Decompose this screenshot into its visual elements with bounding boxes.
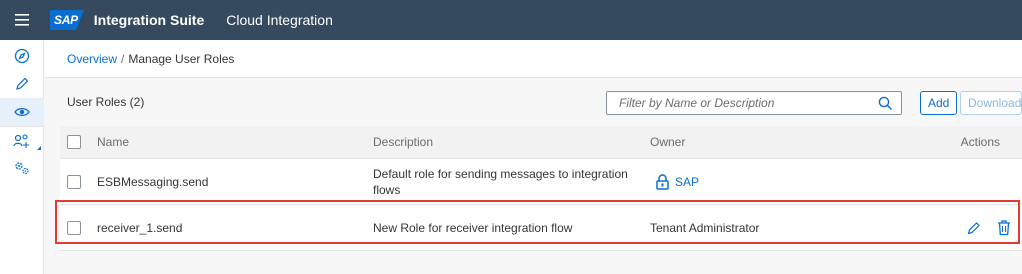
- search-field[interactable]: [606, 91, 902, 115]
- column-header-actions: Actions: [960, 135, 1000, 149]
- discover-icon: [14, 48, 30, 64]
- owner-name: SAP: [675, 174, 700, 189]
- role-description: Default role for sending messages to int…: [373, 166, 628, 197]
- sap-logo[interactable]: SAP: [50, 9, 84, 31]
- breadcrumb-current: Manage User Roles: [128, 51, 235, 66]
- product-title: Integration Suite: [93, 12, 205, 28]
- user-settings-icon: [13, 133, 29, 148]
- main-content: User Roles (2) Add Download Name Descrip…: [45, 78, 1022, 274]
- nav-item-discover[interactable]: [0, 42, 44, 70]
- role-owner-cell: SAP: [650, 173, 904, 190]
- shell-bar: SAP Integration Suite Cloud Integration: [0, 0, 1022, 40]
- role-owner: Tenant Administrator: [650, 220, 760, 235]
- eye-icon: [14, 107, 30, 117]
- subproduct-title: Cloud Integration: [226, 12, 333, 28]
- settings-icon: [15, 162, 29, 175]
- edit-button[interactable]: [966, 220, 982, 236]
- nav-item-monitor[interactable]: [0, 98, 44, 126]
- breadcrumb: Overview / Manage User Roles: [45, 40, 1022, 78]
- download-button[interactable]: Download: [960, 91, 1022, 115]
- role-description: New Role for receiver integration flow: [373, 220, 573, 235]
- column-header-owner[interactable]: Owner: [650, 135, 904, 149]
- breadcrumb-link-overview[interactable]: Overview: [67, 52, 117, 66]
- select-all-checkbox[interactable]: [67, 135, 81, 149]
- table-title: User Roles (2): [67, 95, 145, 109]
- owner-link[interactable]: SAP: [656, 173, 700, 190]
- side-navigation: [0, 40, 44, 274]
- delete-button[interactable]: [996, 219, 1012, 236]
- nav-item-settings[interactable]: [0, 154, 44, 182]
- table-row[interactable]: ESBMessaging.send Default role for sendi…: [60, 159, 1022, 205]
- search-input[interactable]: [607, 96, 867, 110]
- hamburger-menu-button[interactable]: [0, 0, 44, 40]
- pencil-icon: [16, 77, 29, 90]
- nav-item-users[interactable]: [0, 126, 44, 154]
- column-header-description[interactable]: Description: [373, 134, 650, 150]
- trash-icon: [998, 220, 1010, 236]
- user-roles-table: Name Description Owner Actions ESBMessag…: [60, 126, 1022, 251]
- pencil-icon: [967, 221, 980, 234]
- table-row[interactable]: receiver_1.send New Role for receiver in…: [60, 205, 1022, 251]
- role-name: ESBMessaging.send: [97, 174, 209, 189]
- breadcrumb-separator: /: [121, 51, 125, 66]
- expand-indicator: [37, 146, 41, 150]
- table-toolbar: User Roles (2) Add Download: [45, 78, 1022, 126]
- row-actions: [904, 219, 1022, 236]
- menu-icon: [15, 14, 29, 26]
- add-button[interactable]: Add: [920, 91, 958, 115]
- row-select-cell: [60, 220, 97, 235]
- select-all-cell: [60, 135, 97, 149]
- row-select-cell: [60, 174, 97, 189]
- column-header-name[interactable]: Name: [97, 135, 373, 149]
- search-icon[interactable]: [878, 96, 893, 111]
- table-header-row: Name Description Owner Actions: [60, 126, 1022, 159]
- row-checkbox[interactable]: [67, 220, 81, 235]
- lock-icon: [656, 173, 669, 190]
- role-name: receiver_1.send: [97, 220, 183, 235]
- nav-item-design[interactable]: [0, 70, 44, 98]
- row-checkbox[interactable]: [67, 174, 81, 189]
